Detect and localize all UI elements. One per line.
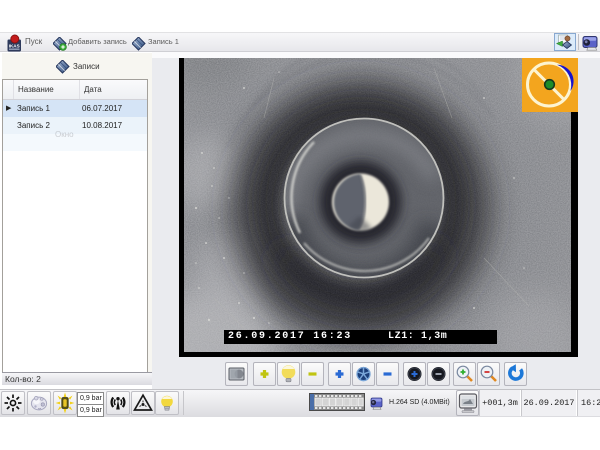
svg-text:IKAS: IKAS (9, 43, 20, 48)
